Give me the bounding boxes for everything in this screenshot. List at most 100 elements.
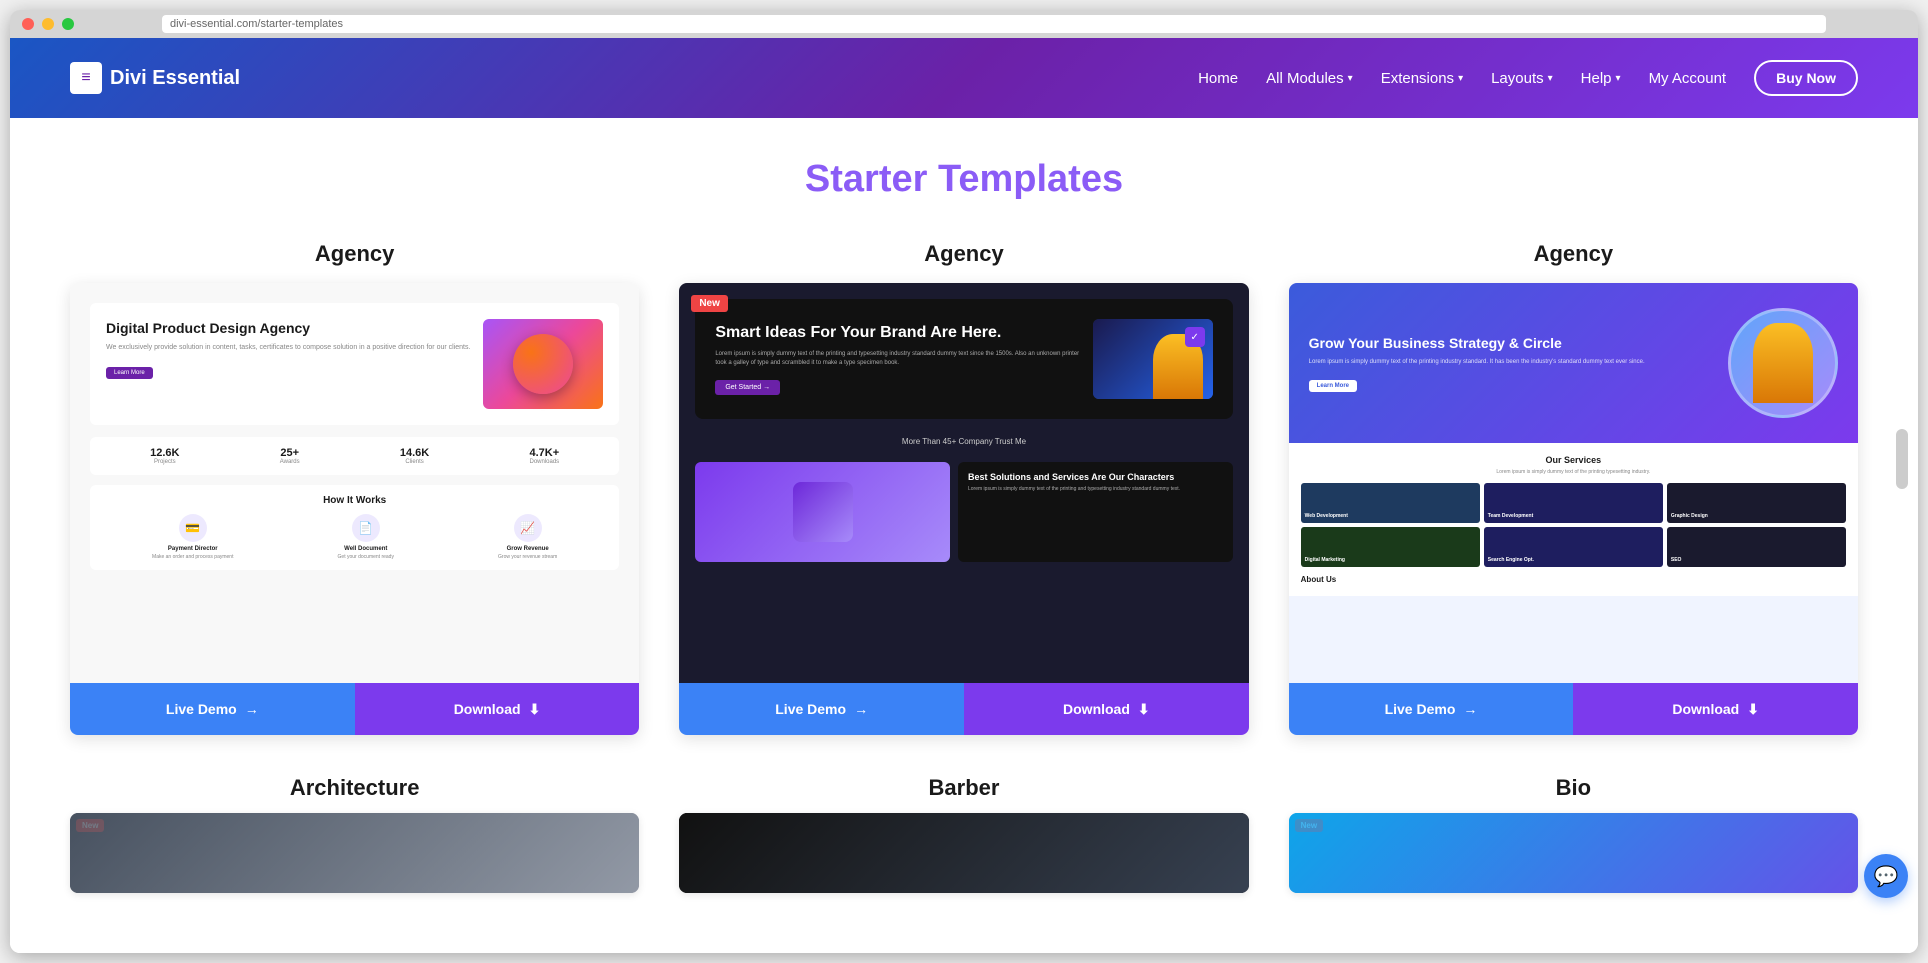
how-title: How It Works [100, 495, 609, 506]
url-text: divi-essential.com/starter-templates [170, 18, 343, 30]
stat-label-1: Projects [150, 459, 179, 465]
stat-num-1: 12.6K [150, 447, 179, 459]
bottom-labels: Architecture Barber Bio [70, 775, 1858, 801]
solutions-image [695, 462, 950, 562]
download-icon: ⬇ [529, 701, 541, 718]
live-demo-button-1[interactable]: Live Demo → [70, 683, 355, 735]
scrollbar[interactable] [1896, 429, 1908, 489]
template-card-1: Digital Product Design Agency We exclusi… [70, 283, 639, 735]
download-label-3: Download [1672, 701, 1739, 717]
download-button-2[interactable]: Download ⬇ [964, 683, 1249, 735]
how-section: How It Works 💳 Payment Director Make an … [90, 485, 619, 570]
demo-label-1: Live Demo [166, 701, 237, 717]
how-label-1: Payment Director [152, 546, 233, 552]
stat-label-4: Downloads [530, 459, 560, 465]
stat-label-2: Awards [280, 459, 300, 465]
hero-image-1 [483, 319, 603, 409]
architecture-preview: New [70, 813, 639, 893]
grow-title: Grow Your Business Strategy & Circle [1309, 334, 1716, 352]
download-button-1[interactable]: Download ⬇ [355, 683, 640, 735]
services-section: Our Services Lorem ipsum is simply dummy… [1289, 443, 1858, 596]
stat-num-4: 4.7K+ [530, 447, 560, 459]
smart-text: Smart Ideas For Your Brand Are Here. Lor… [715, 323, 1080, 395]
chat-bubble-button[interactable]: 💬 [1864, 854, 1908, 898]
grow-cta[interactable]: Learn More [1309, 380, 1357, 392]
arrow-right-icon-3: → [1463, 701, 1477, 717]
solutions-card: Best Solutions and Services Are Our Char… [958, 462, 1233, 562]
main-content: Starter Templates Agency Digital Product… [10, 118, 1918, 953]
smart-cta[interactable]: Get Started → [715, 380, 780, 395]
service-tile-label-3: Graphic Design [1671, 513, 1708, 519]
how-desc-3: Grow your revenue stream [498, 554, 557, 560]
bio-preview: New [1289, 813, 1858, 893]
demo-label-3: Live Demo [1385, 701, 1456, 717]
titlebar: divi-essential.com/starter-templates [10, 10, 1918, 38]
maximize-button[interactable] [62, 18, 74, 30]
how-items: 💳 Payment Director Make an order and pro… [100, 514, 609, 560]
download-button-3[interactable]: Download ⬇ [1573, 683, 1858, 735]
template-label-1: Agency [315, 241, 394, 267]
url-bar[interactable]: divi-essential.com/starter-templates [162, 15, 1826, 33]
download-label-1: Download [454, 701, 521, 717]
services-grid: Web Development Team Development Graphic… [1301, 483, 1846, 567]
how-label-3: Grow Revenue [498, 546, 557, 552]
smart-title: Smart Ideas For Your Brand Are Here. [715, 323, 1080, 344]
template-column-1: Agency Digital Product Design Agency We … [70, 241, 639, 735]
hero-cta-1[interactable]: Learn More [106, 367, 153, 379]
buy-now-button[interactable]: Buy Now [1754, 60, 1858, 96]
card-actions-3: Live Demo → Download ⬇ [1289, 683, 1858, 735]
document-icon: 📄 [352, 514, 380, 542]
download-icon-3: ⬇ [1747, 701, 1759, 718]
bottom-label-3: Bio [1289, 775, 1858, 801]
trust-text: More Than 45+ Company Trust Me [902, 437, 1026, 446]
service-tile-4: Digital Marketing [1301, 527, 1480, 567]
template-column-3: Agency Grow Your Business Strategy & Cir… [1289, 241, 1858, 735]
download-icon-2: ⬇ [1138, 701, 1150, 718]
service-tile-label-2: Team Development [1488, 513, 1533, 519]
page-content: ≡ Divi Essential Home All Modules ▾ Exte… [10, 38, 1918, 953]
card-preview-1: Digital Product Design Agency We exclusi… [70, 283, 639, 683]
grow-text: Grow Your Business Strategy & Circle Lor… [1309, 334, 1716, 393]
navbar: ≡ Divi Essential Home All Modules ▾ Exte… [10, 38, 1918, 118]
stats-row-1: 12.6K Projects 25+ Awards 14.6K Clients [90, 437, 619, 475]
stat-1: 12.6K Projects [150, 447, 179, 465]
download-label-2: Download [1063, 701, 1130, 717]
templates-grid: Agency Digital Product Design Agency We … [70, 241, 1858, 735]
stat-4: 4.7K+ Downloads [530, 447, 560, 465]
nav-help[interactable]: Help ▾ [1581, 70, 1621, 87]
close-button[interactable] [22, 18, 34, 30]
logo[interactable]: ≡ Divi Essential [70, 62, 240, 94]
service-tile-label-5: Search Engine Opt. [1488, 557, 1534, 563]
card-actions-2: Live Demo → Download ⬇ [679, 683, 1248, 735]
nav-layouts[interactable]: Layouts ▾ [1491, 70, 1553, 87]
card-actions-1: Live Demo → Download ⬇ [70, 683, 639, 735]
nav-my-account[interactable]: My Account [1649, 70, 1727, 87]
trust-section: More Than 45+ Company Trust Me [695, 429, 1232, 454]
nav-all-modules[interactable]: All Modules ▾ [1266, 70, 1353, 87]
bottom-label-1: Architecture [70, 775, 639, 801]
how-item-1: 💳 Payment Director Make an order and pro… [152, 514, 233, 560]
card-preview-3: Grow Your Business Strategy & Circle Lor… [1289, 283, 1858, 683]
sphere-decoration [513, 334, 573, 394]
service-tile-label-1: Web Development [1305, 513, 1348, 519]
stat-num-3: 14.6K [400, 447, 429, 459]
service-tile-3: Graphic Design [1667, 483, 1846, 523]
service-tile-1: Web Development [1301, 483, 1480, 523]
how-desc-2: Get your document ready [338, 554, 394, 560]
chevron-down-icon: ▾ [1548, 73, 1553, 84]
nav-home[interactable]: Home [1198, 70, 1238, 87]
live-demo-button-2[interactable]: Live Demo → [679, 683, 964, 735]
revenue-icon: 📈 [514, 514, 542, 542]
service-tile-label-6: SEO [1671, 557, 1682, 563]
how-item-2: 📄 Well Document Get your document ready [338, 514, 394, 560]
solutions-title: Best Solutions and Services Are Our Char… [968, 472, 1223, 482]
stat-2: 25+ Awards [280, 447, 300, 465]
live-demo-button-3[interactable]: Live Demo → [1289, 683, 1574, 735]
how-item-3: 📈 Grow Revenue Grow your revenue stream [498, 514, 557, 560]
logo-text: Divi Essential [110, 67, 240, 90]
minimize-button[interactable] [42, 18, 54, 30]
smart-desc: Lorem ipsum is simply dummy text of the … [715, 350, 1080, 368]
template-card-3: Grow Your Business Strategy & Circle Lor… [1289, 283, 1858, 735]
chevron-down-icon: ▾ [1616, 73, 1621, 84]
nav-extensions[interactable]: Extensions ▾ [1381, 70, 1463, 87]
